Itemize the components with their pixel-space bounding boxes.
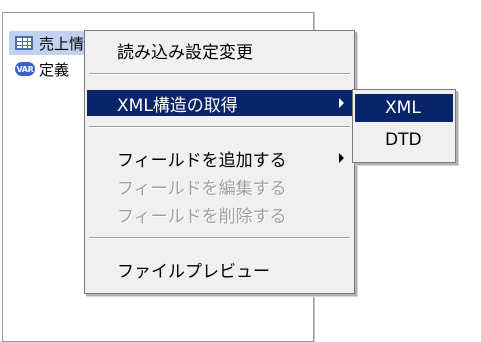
xml-structure-submenu: XML DTD (352, 89, 456, 163)
menu-item-label: フィールドを削除する (117, 206, 287, 227)
submenu-item-label: DTD (385, 130, 422, 150)
menu-separator (89, 237, 350, 239)
menu-item-file-preview[interactable]: ファイルプレビュー (87, 256, 352, 282)
menu-item-label: ファイルプレビュー (117, 261, 270, 282)
menu-item-label: 読み込み設定変更 (117, 42, 253, 63)
menu-item-edit-field[interactable]: フィールドを編集する (87, 173, 352, 199)
tree-item-definition[interactable]: VAR 定義 (9, 57, 69, 81)
submenu-item-label: XML (385, 98, 421, 118)
table-icon (15, 36, 33, 50)
submenu-arrow-icon (339, 153, 344, 163)
tree-item-label: 定義 (39, 60, 70, 79)
menu-item-add-field[interactable]: フィールドを追加する (87, 145, 352, 171)
menu-item-label: フィールドを編集する (117, 178, 287, 199)
variable-icon: VAR (15, 62, 35, 76)
menu-separator (89, 126, 350, 128)
context-menu: 読み込み設定変更 XML構造の取得 フィールドを追加する フィールドを編集する … (84, 30, 355, 294)
menu-item-change-load-settings[interactable]: 読み込み設定変更 (87, 37, 352, 63)
submenu-item-xml[interactable]: XML (355, 94, 453, 122)
menu-item-delete-field[interactable]: フィールドを削除する (87, 201, 352, 227)
menu-separator (89, 73, 350, 75)
menu-item-get-xml-structure[interactable]: XML構造の取得 (87, 90, 352, 116)
top-border-area (0, 0, 312, 12)
menu-item-label: XML構造の取得 (117, 95, 238, 116)
submenu-item-dtd[interactable]: DTD (355, 126, 453, 154)
submenu-arrow-icon (339, 98, 344, 108)
menu-item-label: フィールドを追加する (117, 150, 287, 171)
